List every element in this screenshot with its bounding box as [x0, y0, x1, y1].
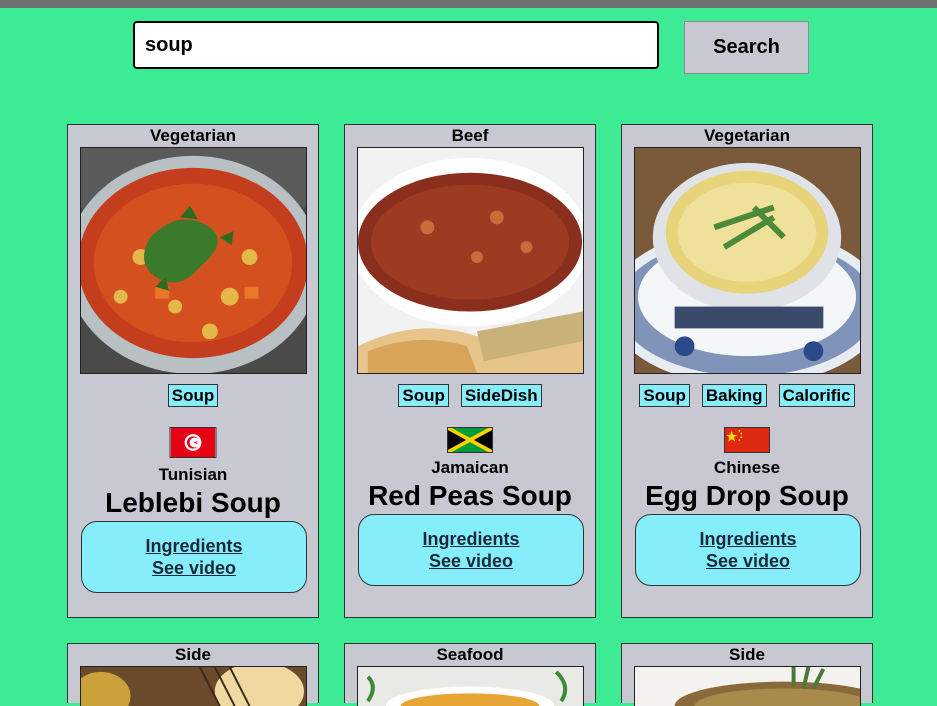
meal-photo	[357, 147, 584, 374]
tag[interactable]: Baking	[702, 384, 767, 407]
meal-photo	[634, 666, 861, 706]
meal-card: Seafood	[344, 643, 596, 703]
tag[interactable]: Soup	[398, 384, 449, 407]
video-link[interactable]: See video	[636, 550, 860, 572]
tunisia-flag-icon	[170, 427, 217, 458]
meal-card: Side	[621, 643, 873, 703]
search-input[interactable]	[133, 21, 659, 69]
meal-category: Side	[622, 644, 872, 666]
meal-name: Egg Drop Soup	[622, 480, 872, 512]
tag[interactable]: Soup	[639, 384, 690, 407]
tag-list: Soup SideDish	[345, 384, 595, 407]
search-button[interactable]: Search	[684, 21, 809, 74]
ingredients-link[interactable]: Ingredients	[636, 528, 860, 550]
tag-list: Soup Baking Calorific	[622, 384, 872, 407]
meal-links: Ingredients See video	[635, 514, 861, 586]
meal-category: Side	[68, 644, 318, 666]
tag[interactable]: SideDish	[461, 384, 542, 407]
meal-area: Tunisian	[68, 465, 318, 485]
meal-category: Beef	[345, 125, 595, 147]
top-bar	[0, 0, 937, 8]
ingredients-link[interactable]: Ingredients	[359, 528, 583, 550]
meal-category: Vegetarian	[68, 125, 318, 147]
meal-card: Vegetarian Soup Tunisian Leblebi Soup In…	[67, 124, 319, 618]
jamaica-flag-icon	[447, 427, 493, 453]
ingredients-link[interactable]: Ingredients	[82, 535, 306, 557]
tag-list: Soup	[68, 384, 318, 407]
meal-card: Vegetarian Soup Baking Calorific Chinese…	[621, 124, 873, 618]
tag[interactable]: Calorific	[779, 384, 855, 407]
meal-photo	[634, 147, 861, 374]
meal-links: Ingredients See video	[81, 521, 307, 593]
meal-category: Vegetarian	[622, 125, 872, 147]
meal-area: Chinese	[622, 458, 872, 478]
meal-links: Ingredients See video	[358, 514, 584, 586]
meal-category: Seafood	[345, 644, 595, 666]
meal-photo	[80, 147, 307, 374]
meal-area: Jamaican	[345, 458, 595, 478]
meal-photo	[80, 666, 307, 706]
meal-name: Leblebi Soup	[68, 487, 318, 519]
video-link[interactable]: See video	[359, 550, 583, 572]
meal-card: Beef Soup SideDish Jamaican Red Peas Sou…	[344, 124, 596, 618]
meal-card: Side	[67, 643, 319, 703]
china-flag-icon	[724, 427, 770, 453]
tag[interactable]: Soup	[168, 384, 219, 407]
meal-photo	[357, 666, 584, 706]
meal-name: Red Peas Soup	[345, 480, 595, 512]
video-link[interactable]: See video	[82, 557, 306, 579]
